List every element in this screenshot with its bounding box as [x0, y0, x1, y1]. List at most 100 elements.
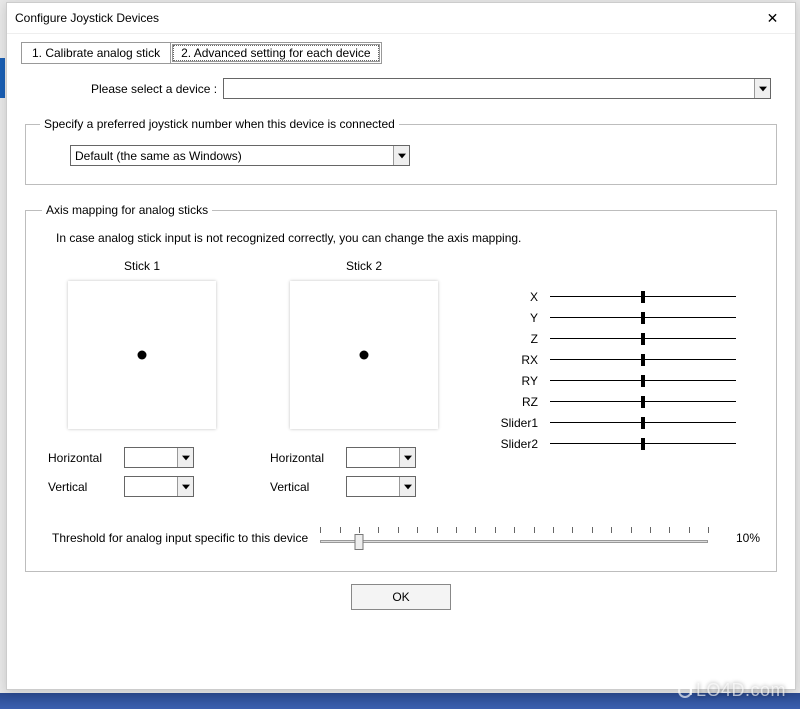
stick-1-horizontal-label: Horizontal	[48, 451, 116, 465]
axis-label: RZ	[496, 395, 550, 409]
tab-label: 2. Advanced setting for each device	[181, 46, 370, 60]
slider-thumb	[641, 291, 645, 303]
axis-label: X	[496, 290, 550, 304]
stick-1-vertical-row: Vertical	[42, 476, 242, 497]
threshold-row: Threshold for analog input specific to t…	[42, 525, 760, 551]
chevron-down-icon	[177, 477, 193, 496]
device-select-combo[interactable]	[223, 78, 771, 99]
axis-row-y: Y	[496, 310, 736, 326]
axis-row-rz: RZ	[496, 394, 736, 410]
slider-tick	[650, 527, 651, 533]
chevron-down-icon	[177, 448, 193, 467]
slider-thumb	[354, 534, 363, 550]
slider-tick	[495, 527, 496, 533]
chevron-down-icon	[399, 448, 415, 467]
slider-thumb	[641, 312, 645, 324]
slider-tick	[378, 527, 379, 533]
slider-thumb	[641, 438, 645, 450]
slider-thumb	[641, 375, 645, 387]
tab-advanced[interactable]: 2. Advanced setting for each device	[170, 42, 381, 64]
axis-slider-ry[interactable]	[550, 373, 736, 389]
watermark: LO4D.com	[678, 680, 786, 701]
window-title: Configure Joystick Devices	[15, 11, 159, 25]
slider-tick	[456, 527, 457, 533]
axis-row-slider1: Slider1	[496, 415, 736, 431]
tab-label: 1. Calibrate analog stick	[32, 46, 160, 60]
stick-1-horizontal-combo[interactable]	[124, 447, 194, 468]
stick-1-title: Stick 1	[42, 259, 242, 273]
axis-slider-slider1[interactable]	[550, 415, 736, 431]
stick-1-horizontal-row: Horizontal	[42, 447, 242, 468]
axis-slider-z[interactable]	[550, 331, 736, 347]
tabs: 1. Calibrate analog stick 2. Advanced se…	[21, 42, 781, 64]
axis-row-x: X	[496, 289, 736, 305]
sticks-row: Stick 1 Horizontal Vertical	[42, 259, 760, 505]
stick-2-vertical-label: Vertical	[270, 480, 338, 494]
slider-tick	[708, 527, 709, 533]
ok-button[interactable]: OK	[351, 584, 451, 610]
slider-tick	[572, 527, 573, 533]
axis-row-z: Z	[496, 331, 736, 347]
axis-label: Z	[496, 332, 550, 346]
slider-thumb	[641, 354, 645, 366]
axes-readout: XYZ RX RY RZ Slider1 Slider2	[496, 259, 736, 457]
threshold-slider[interactable]	[316, 525, 712, 551]
axis-slider-y[interactable]	[550, 310, 736, 326]
threshold-value: 10%	[720, 531, 760, 545]
slider-tick	[417, 527, 418, 533]
axis-row-ry: RY	[496, 373, 736, 389]
button-bar: OK	[21, 584, 781, 610]
slider-tick	[359, 527, 360, 533]
axis-mapping-hint: In case analog stick input is not recogn…	[56, 231, 746, 245]
slider-thumb	[641, 333, 645, 345]
tab-calibrate[interactable]: 1. Calibrate analog stick	[21, 42, 171, 64]
preferred-number-group: Specify a preferred joystick number when…	[25, 117, 777, 185]
chevron-down-icon	[399, 477, 415, 496]
axis-row-slider2: Slider2	[496, 436, 736, 452]
preferred-number-combo[interactable]: Default (the same as Windows)	[70, 145, 410, 166]
axis-slider-slider2[interactable]	[550, 436, 736, 452]
client-area: 1. Calibrate analog stick 2. Advanced se…	[7, 34, 795, 620]
slider-tick	[611, 527, 612, 533]
slider-thumb	[641, 396, 645, 408]
axis-label: Y	[496, 311, 550, 325]
stick-1-dot	[138, 351, 147, 360]
stick-1-visualizer	[68, 281, 216, 429]
close-icon: ✕	[767, 10, 779, 27]
stick-2-dot	[360, 351, 369, 360]
device-select-label: Please select a device :	[91, 82, 217, 96]
axis-mapping-group: Axis mapping for analog sticks In case a…	[25, 203, 777, 572]
axis-label: RY	[496, 374, 550, 388]
axis-label: Slider2	[496, 437, 550, 451]
stick-2-vertical-combo[interactable]	[346, 476, 416, 497]
titlebar: Configure Joystick Devices ✕	[7, 3, 795, 34]
threshold-label: Threshold for analog input specific to t…	[52, 531, 308, 545]
device-select-row: Please select a device :	[91, 78, 771, 99]
ok-label: OK	[392, 590, 409, 604]
stick-1-vertical-combo[interactable]	[124, 476, 194, 497]
axis-slider-rz[interactable]	[550, 394, 736, 410]
chevron-down-icon	[754, 79, 770, 98]
axis-mapping-legend: Axis mapping for analog sticks	[42, 203, 212, 217]
slider-tick	[340, 527, 341, 533]
slider-tick	[514, 527, 515, 533]
stick-2-horizontal-combo[interactable]	[346, 447, 416, 468]
stick-2-horizontal-label: Horizontal	[270, 451, 338, 465]
watermark-text: LO4D.com	[696, 680, 786, 700]
slider-tick	[553, 527, 554, 533]
slider-tick	[437, 527, 438, 533]
axis-slider-x[interactable]	[550, 289, 736, 305]
slider-tick	[475, 527, 476, 533]
close-button[interactable]: ✕	[750, 3, 795, 33]
axis-slider-rx[interactable]	[550, 352, 736, 368]
slider-tick	[592, 527, 593, 533]
slider-track	[320, 540, 708, 543]
stick-2-column: Stick 2 Horizontal Vertical	[264, 259, 464, 505]
slider-tick	[689, 527, 690, 533]
stick-2-visualizer	[290, 281, 438, 429]
stick-2-vertical-row: Vertical	[264, 476, 464, 497]
axis-row-rx: RX	[496, 352, 736, 368]
stick-1-vertical-label: Vertical	[48, 480, 116, 494]
axis-label: RX	[496, 353, 550, 367]
axis-label: Slider1	[496, 416, 550, 430]
